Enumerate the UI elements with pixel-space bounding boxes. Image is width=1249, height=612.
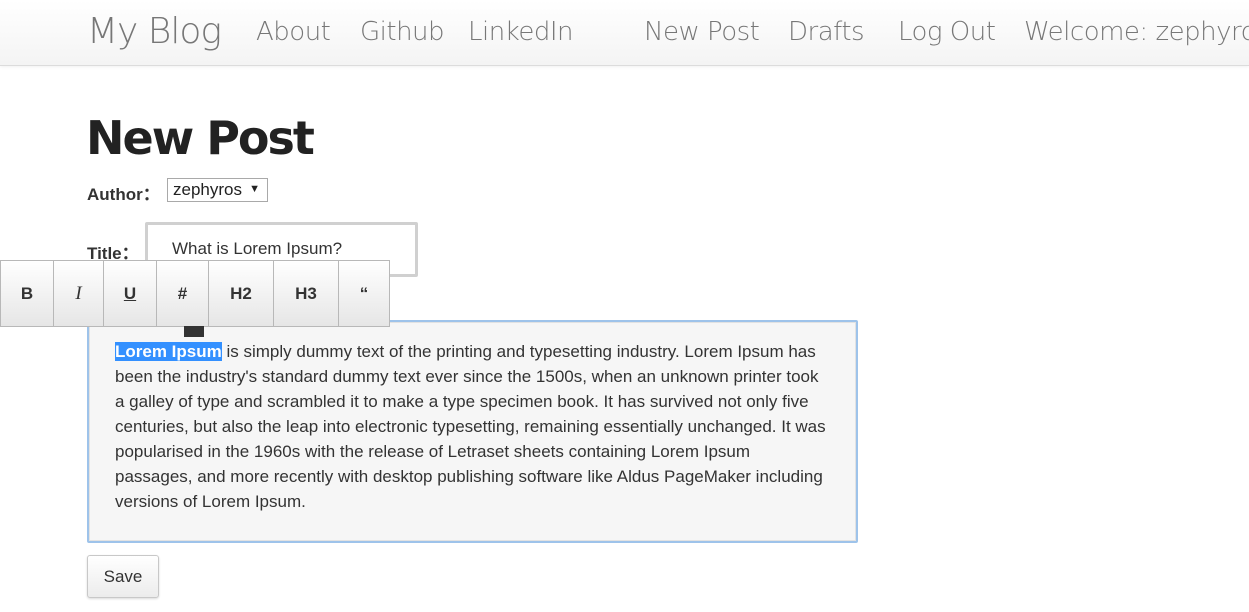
- nav-link-linkedin[interactable]: LinkedIn: [468, 14, 573, 50]
- heading-button[interactable]: #: [157, 260, 209, 327]
- welcome-user[interactable]: Welcome: zephyros: [1024, 14, 1249, 50]
- underline-button[interactable]: U: [104, 260, 157, 327]
- h3-button[interactable]: H3: [274, 260, 339, 327]
- author-select[interactable]: zephyros ▼: [167, 178, 268, 202]
- nav-link-drafts[interactable]: Drafts: [788, 14, 865, 50]
- chevron-down-icon: ▼: [249, 183, 260, 195]
- brand-link[interactable]: My Blog: [87, 10, 222, 54]
- selected-text: Lorem Ipsum: [115, 342, 222, 361]
- post-body-editor[interactable]: Lorem Ipsum is simply dummy text of the …: [87, 320, 858, 543]
- title-input-value: What is Lorem Ipsum?: [172, 239, 343, 258]
- nav-link-about[interactable]: About: [256, 14, 331, 50]
- nav-link-new-post[interactable]: New Post: [644, 14, 760, 50]
- nav-link-log-out[interactable]: Log Out: [898, 14, 996, 50]
- top-navbar: My Blog About Github LinkedIn New Post D…: [0, 0, 1249, 66]
- author-select-value: zephyros: [173, 180, 242, 199]
- nav-link-github[interactable]: Github: [360, 14, 445, 50]
- toolbar-pointer: [184, 326, 204, 337]
- format-toolbar: B I U # H2 H3 “: [0, 260, 390, 327]
- author-label: Author：: [87, 185, 160, 204]
- bold-button[interactable]: B: [0, 260, 54, 327]
- h2-button[interactable]: H2: [209, 260, 274, 327]
- save-button[interactable]: Save: [87, 555, 159, 598]
- quote-button[interactable]: “: [339, 260, 390, 327]
- editor-body-text: is simply dummy text of the printing and…: [115, 342, 826, 511]
- page-title: New Post: [86, 111, 315, 165]
- italic-button[interactable]: I: [54, 260, 104, 327]
